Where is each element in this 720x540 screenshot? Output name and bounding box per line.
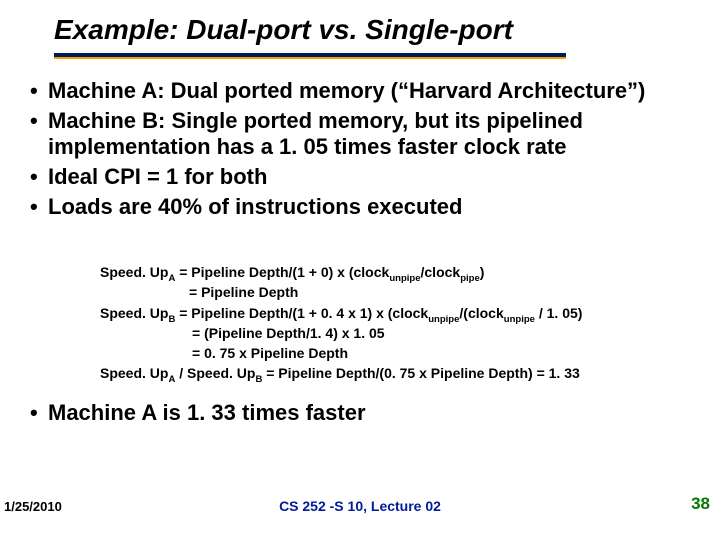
bullet-item: • Loads are 40% of instructions executed (28, 194, 698, 220)
math-line-2: = Pipeline Depth (100, 282, 700, 302)
t: /(clock (459, 305, 503, 321)
footer-course: CS 252 -S 10, Lecture 02 (0, 498, 720, 514)
t: ) (480, 264, 485, 280)
math-line-1: Speed. UpA = Pipeline Depth/(1 + 0) x (c… (100, 262, 700, 282)
bullet-text: Ideal CPI = 1 for both (48, 164, 698, 190)
sub: pipe (460, 273, 480, 284)
bullet-item: • Machine A: Dual ported memory (“Harvar… (28, 78, 698, 104)
bullet-item: • Ideal CPI = 1 for both (28, 164, 698, 190)
t: Speed. Up (100, 305, 168, 321)
t: / 1. 05) (535, 305, 582, 321)
t: = Pipeline Depth/(0. 75 x Pipeline Depth… (262, 365, 579, 381)
t: = Pipeline Depth/(1 + 0. 4 x 1) x (clock (175, 305, 428, 321)
slide: Example: Dual-port vs. Single-port • Mac… (0, 0, 720, 540)
math-line-6: Speed. UpA / Speed. UpB = Pipeline Depth… (100, 363, 700, 383)
bullet-glyph-icon: • (28, 400, 48, 426)
math-line-5: = 0. 75 x Pipeline Depth (100, 343, 700, 363)
body-bullets: • Machine A: Dual ported memory (“Harvar… (28, 78, 698, 224)
sub: unpipe (428, 313, 459, 324)
sub: unpipe (504, 313, 535, 324)
math-line-3: Speed. UpB = Pipeline Depth/(1 + 0. 4 x … (100, 303, 700, 323)
math-line-4: = (Pipeline Depth/1. 4) x 1. 05 (100, 323, 700, 343)
bullet-glyph-icon: • (28, 78, 48, 104)
bullet-glyph-icon: • (28, 164, 48, 190)
bullet-item: • Machine B: Single ported memory, but i… (28, 108, 698, 160)
bullet-text: Loads are 40% of instructions executed (48, 194, 698, 220)
conclusion-text: Machine A is 1. 33 times faster (48, 400, 366, 426)
bullet-glyph-icon: • (28, 108, 48, 160)
sub: unpipe (389, 273, 420, 284)
bullet-text: Machine B: Single ported memory, but its… (48, 108, 698, 160)
slide-title: Example: Dual-port vs. Single-port (54, 14, 513, 46)
footer-page-number: 38 (691, 494, 710, 514)
title-underline-orange (54, 57, 566, 59)
math-block: Speed. UpA = Pipeline Depth/(1 + 0) x (c… (100, 262, 700, 384)
t: Speed. Up (100, 365, 168, 381)
t: Speed. Up (100, 264, 168, 280)
conclusion-bullet: • Machine A is 1. 33 times faster (28, 400, 366, 426)
t: = Pipeline Depth/(1 + 0) x (clock (175, 264, 389, 280)
bullet-glyph-icon: • (28, 194, 48, 220)
t: /clock (421, 264, 461, 280)
bullet-text: Machine A: Dual ported memory (“Harvard … (48, 78, 698, 104)
t: / Speed. Up (175, 365, 255, 381)
